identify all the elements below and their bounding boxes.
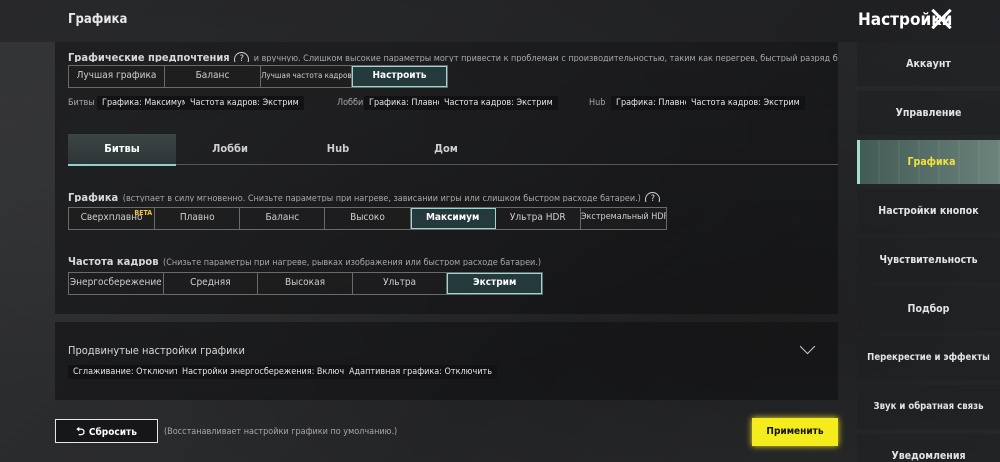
sidebar-item-sensitivity[interactable]: Чувствительность <box>857 238 1000 282</box>
sidebar-item-matchmaking[interactable]: Подбор <box>857 287 1000 331</box>
page-label: Графика <box>68 12 128 27</box>
apply-button[interactable]: Применить <box>752 418 838 446</box>
advanced-tag: Адаптивная графика: Отключить <box>344 365 498 379</box>
pref-option[interactable]: Лучшая графика <box>69 66 165 87</box>
summary-tag: Графика: Плавно <box>364 96 448 110</box>
summary-tag: Частота кадров: Экстрим <box>185 96 304 110</box>
pref-option[interactable]: Баланс <box>165 66 261 87</box>
fps-option-selected[interactable]: Экстрим <box>447 273 542 294</box>
prefs-title: Графические предпочтения <box>68 51 230 62</box>
beta-badge: BETA <box>134 209 153 217</box>
sidebar-item-button-settings[interactable]: Настройки кнопок <box>857 189 1000 233</box>
prefs-header: Графические предпочтения ? и вручную. Сл… <box>68 46 838 62</box>
graphics-description: (вступает в силу мгновенно. Снизьте пара… <box>122 194 641 202</box>
advanced-title: Продвинутые настройки графики <box>68 344 245 357</box>
tab-hub[interactable]: Hub <box>284 134 392 164</box>
reset-note: (Восстанавливает настройки графики по ум… <box>164 427 398 437</box>
graphics-option[interactable]: Сверхплавно BETA <box>69 208 156 229</box>
graphics-title: Графика <box>68 191 119 202</box>
undo-icon: ⮌ <box>76 425 85 438</box>
sidebar-item-controls[interactable]: Управление <box>857 91 1000 135</box>
graphics-option[interactable]: Плавно <box>155 208 241 229</box>
summary-label: Hub <box>589 98 606 108</box>
graphics-header: Графика (вступает в силу мгновенно. Сниз… <box>68 186 838 202</box>
graphics-option[interactable]: Баланс <box>240 208 326 229</box>
reset-button[interactable]: ⮌ Сбросить <box>55 419 158 443</box>
pref-option-selected[interactable]: Настроить <box>352 66 447 87</box>
fps-option[interactable]: Ультра <box>353 273 448 294</box>
tab-lobby[interactable]: Лобби <box>176 134 284 164</box>
prefs-segmented-control: Лучшая графика Баланс Лучшая частота кад… <box>68 65 448 88</box>
prefs-description: и вручную. Слишком высокие параметры мог… <box>253 54 838 62</box>
summary-label: Битвы <box>68 98 95 108</box>
sidebar-item-account[interactable]: Аккаунт <box>857 42 1000 86</box>
reset-label: Сбросить <box>88 427 137 438</box>
sidebar-item-notifications[interactable]: Уведомления <box>857 434 1000 462</box>
settings-sidebar: Аккаунт Управление Графика Настройки кно… <box>857 42 1000 462</box>
close-icon[interactable] <box>928 6 954 32</box>
top-bar <box>0 0 1000 42</box>
sidebar-item-sound[interactable]: Звук и обратная связь <box>857 385 1000 429</box>
summary-label: Лобби <box>337 98 364 108</box>
graphics-option[interactable]: Высоко <box>325 208 411 229</box>
sidebar-item-crosshair[interactable]: Перекрестие и эффекты <box>857 336 1000 380</box>
summary-tag: Графика: Плавно <box>611 96 695 110</box>
advanced-tag: Настройки энергосбережения: Включить <box>177 365 364 379</box>
help-icon[interactable]: ? <box>645 192 661 202</box>
tab-home[interactable]: Дом <box>392 134 500 164</box>
tab-battles[interactable]: Битвы <box>68 134 176 166</box>
summary-tag: Частота кадров: Экстрим <box>686 96 805 110</box>
graphics-option-label: Сверхплавно <box>80 212 143 223</box>
pref-option[interactable]: Лучшая частота кадров <box>261 66 352 87</box>
mode-tabs: Битвы Лобби Hub Дом <box>68 134 838 166</box>
fps-description: (Снизьте параметры при нагреве, рывках и… <box>163 258 542 266</box>
graphics-option[interactable]: Экстремальный HDR <box>581 208 666 229</box>
help-icon[interactable]: ? <box>234 52 250 62</box>
fps-option[interactable]: Энергосбережение <box>69 273 164 294</box>
graphics-segmented-control: Сверхплавно BETA Плавно Баланс Высоко Ма… <box>68 207 667 230</box>
fps-segmented-control: Энергосбережение Средняя Высокая Ультра … <box>68 272 543 295</box>
fps-header: Частота кадров (Снизьте параметры при на… <box>68 250 838 266</box>
fps-option[interactable]: Средняя <box>164 273 259 294</box>
advanced-settings-panel[interactable] <box>55 322 838 400</box>
fps-option[interactable]: Высокая <box>258 273 353 294</box>
advanced-tag: Сглаживание: Отключить <box>68 365 189 379</box>
graphics-option[interactable]: Ультра HDR <box>496 208 581 229</box>
summary-tag: Графика: Максимум <box>97 96 193 110</box>
graphics-option-selected[interactable]: Максимум <box>410 208 496 229</box>
sidebar-item-graphics[interactable]: Графика <box>857 140 1000 184</box>
summary-tag: Частота кадров: Экстрим <box>439 96 558 110</box>
fps-title: Частота кадров <box>68 255 159 266</box>
